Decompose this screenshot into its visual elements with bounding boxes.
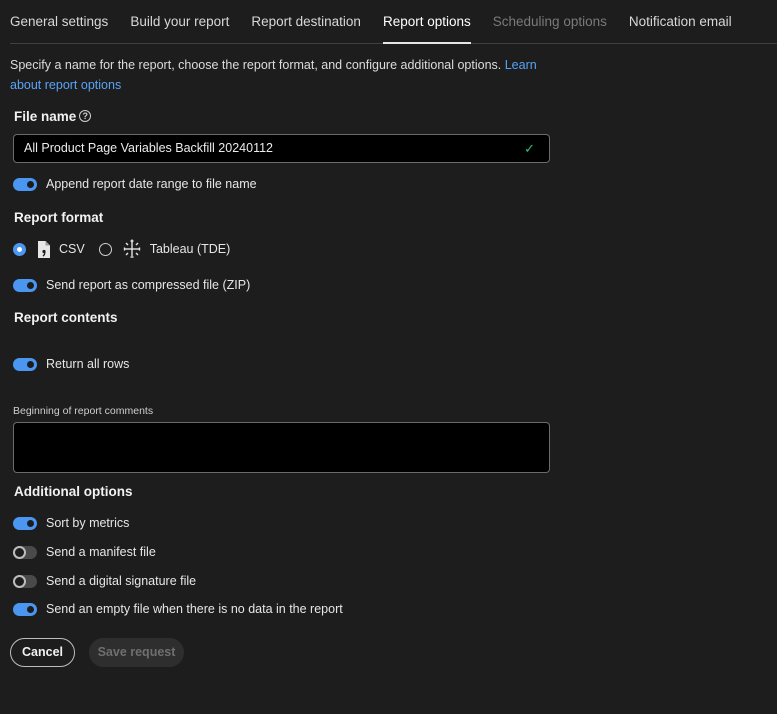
toggle-switch-icon[interactable] bbox=[13, 177, 37, 191]
toggle-switch-icon[interactable] bbox=[13, 574, 37, 588]
tab-bar: General settings Build your report Repor… bbox=[10, 0, 777, 44]
compress-toggle[interactable]: Send report as compressed file (ZIP) bbox=[13, 277, 250, 293]
manifest-file-label: Send a manifest file bbox=[46, 545, 156, 559]
tab-scheduling-options: Scheduling options bbox=[492, 14, 607, 29]
empty-file-toggle[interactable]: Send an empty file when there is no data… bbox=[13, 601, 343, 617]
return-all-rows-toggle[interactable]: Return all rows bbox=[13, 356, 129, 372]
manifest-file-toggle[interactable]: Send a manifest file bbox=[13, 544, 156, 560]
csv-radio[interactable] bbox=[13, 242, 26, 256]
file-name-input[interactable]: All Product Page Variables Backfill 2024… bbox=[13, 134, 550, 163]
tab-report-destination[interactable]: Report destination bbox=[240, 0, 372, 44]
csv-file-icon bbox=[38, 240, 50, 258]
checkmark-icon: ✓ bbox=[524, 141, 535, 156]
help-icon[interactable]: ? bbox=[79, 110, 92, 122]
tab-general-settings[interactable]: General settings bbox=[10, 0, 119, 44]
toggle-switch-icon[interactable] bbox=[13, 545, 37, 559]
toggle-switch-icon[interactable] bbox=[13, 602, 37, 616]
compress-label: Send report as compressed file (ZIP) bbox=[46, 278, 251, 292]
tab-notification-email[interactable]: Notification email bbox=[618, 0, 743, 44]
tableau-radio[interactable] bbox=[98, 242, 112, 256]
tableau-label: Tableau (TDE) bbox=[149, 242, 231, 256]
file-name-value: All Product Page Variables Backfill 2024… bbox=[24, 141, 273, 155]
toggle-switch-icon[interactable] bbox=[13, 516, 37, 530]
csv-label: CSV bbox=[59, 242, 85, 256]
tab-report-options[interactable]: Report options bbox=[372, 0, 482, 44]
save-request-button: Save request bbox=[89, 638, 184, 667]
intro-description: Specify a name for the report, choose th… bbox=[10, 58, 505, 72]
tab-build-your-report[interactable]: Build your report bbox=[119, 0, 240, 44]
return-all-rows-label: Return all rows bbox=[46, 357, 130, 371]
report-format-options: CSV Tableau (TDE) bbox=[13, 239, 230, 259]
tableau-icon bbox=[123, 239, 140, 258]
comments-textarea[interactable] bbox=[13, 422, 550, 473]
additional-options-heading: Additional options bbox=[14, 484, 133, 499]
comments-label: Beginning of report comments bbox=[13, 405, 154, 417]
digital-signature-label: Send a digital signature file bbox=[46, 574, 197, 588]
report-options-panel: General settings Build your report Repor… bbox=[0, 0, 777, 714]
file-name-heading-label: File name bbox=[14, 109, 77, 124]
digital-signature-toggle[interactable]: Send a digital signature file bbox=[13, 573, 196, 589]
report-contents-heading: Report contents bbox=[14, 310, 118, 325]
intro-text: Specify a name for the report, choose th… bbox=[10, 56, 550, 95]
toggle-switch-icon[interactable] bbox=[13, 278, 37, 292]
sort-by-metrics-label: Sort by metrics bbox=[46, 516, 130, 530]
append-date-label: Append report date range to file name bbox=[46, 177, 257, 191]
cancel-button[interactable]: Cancel bbox=[10, 638, 75, 667]
file-name-heading: File name? bbox=[14, 109, 92, 124]
sort-by-metrics-toggle[interactable]: Sort by metrics bbox=[13, 515, 129, 531]
toggle-switch-icon[interactable] bbox=[13, 357, 37, 371]
report-format-heading: Report format bbox=[14, 210, 104, 225]
empty-file-label: Send an empty file when there is no data… bbox=[46, 602, 343, 616]
append-date-toggle[interactable]: Append report date range to file name bbox=[13, 176, 257, 192]
